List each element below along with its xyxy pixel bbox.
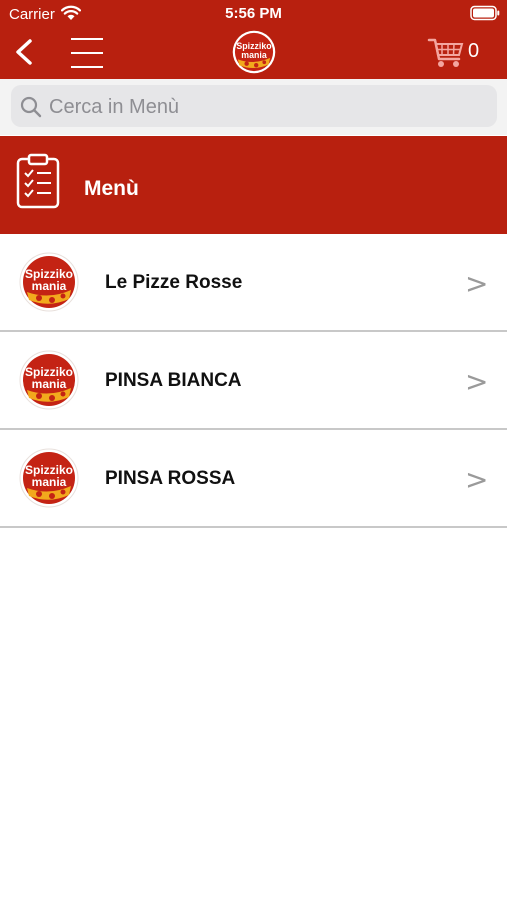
list-item[interactable]: Spizziko mania Le Pizze Rosse > <box>0 234 507 332</box>
menu-list: Spizziko mania Le Pizze Rosse > Spizziko… <box>0 234 507 528</box>
category-logo: Spizziko mania <box>19 252 79 312</box>
section-header: Menù <box>0 136 507 234</box>
category-logo: Spizziko mania <box>19 448 79 508</box>
search-bar <box>0 79 507 135</box>
battery-icon <box>470 5 500 25</box>
search-field[interactable] <box>11 85 497 129</box>
cart-count: 0 <box>468 40 480 62</box>
back-button[interactable] <box>10 36 40 68</box>
chevron-right-icon: > <box>465 365 489 398</box>
search-input[interactable] <box>47 85 491 129</box>
logo-text-bottom: mania <box>241 50 267 60</box>
list-item[interactable]: Spizziko mania PINSA BIANCA > <box>0 332 507 430</box>
list-item-label: PINSA BIANCA <box>105 370 242 391</box>
list-item-label: PINSA ROSSA <box>105 468 236 489</box>
chevron-right-icon: > <box>465 267 489 300</box>
logo-text-bottom: mania <box>32 279 67 293</box>
back-icon <box>16 39 32 65</box>
list-item[interactable]: Spizziko mania PINSA ROSSA > <box>0 430 507 528</box>
list-item-label: Le Pizze Rosse <box>105 272 243 293</box>
logo-text-bottom: mania <box>32 475 67 489</box>
category-logo: Spizziko mania <box>19 350 79 410</box>
menu-button[interactable] <box>70 36 104 70</box>
hamburger-icon <box>71 38 103 68</box>
clipboard-icon <box>16 153 60 214</box>
section-title: Menù <box>84 177 139 200</box>
logo-text-bottom: mania <box>32 377 67 391</box>
cart-button[interactable] <box>427 37 465 69</box>
clock: 5:56 PM <box>225 5 282 22</box>
search-icon <box>20 96 42 123</box>
cart-icon <box>427 38 464 67</box>
brand-logo: Spizziko mania <box>232 30 276 74</box>
app-header: Carrier 5:56 PM Spizziko mania 0 <box>0 0 507 79</box>
status-bar: Carrier 5:56 PM <box>0 0 507 28</box>
chevron-right-icon: > <box>465 463 489 496</box>
